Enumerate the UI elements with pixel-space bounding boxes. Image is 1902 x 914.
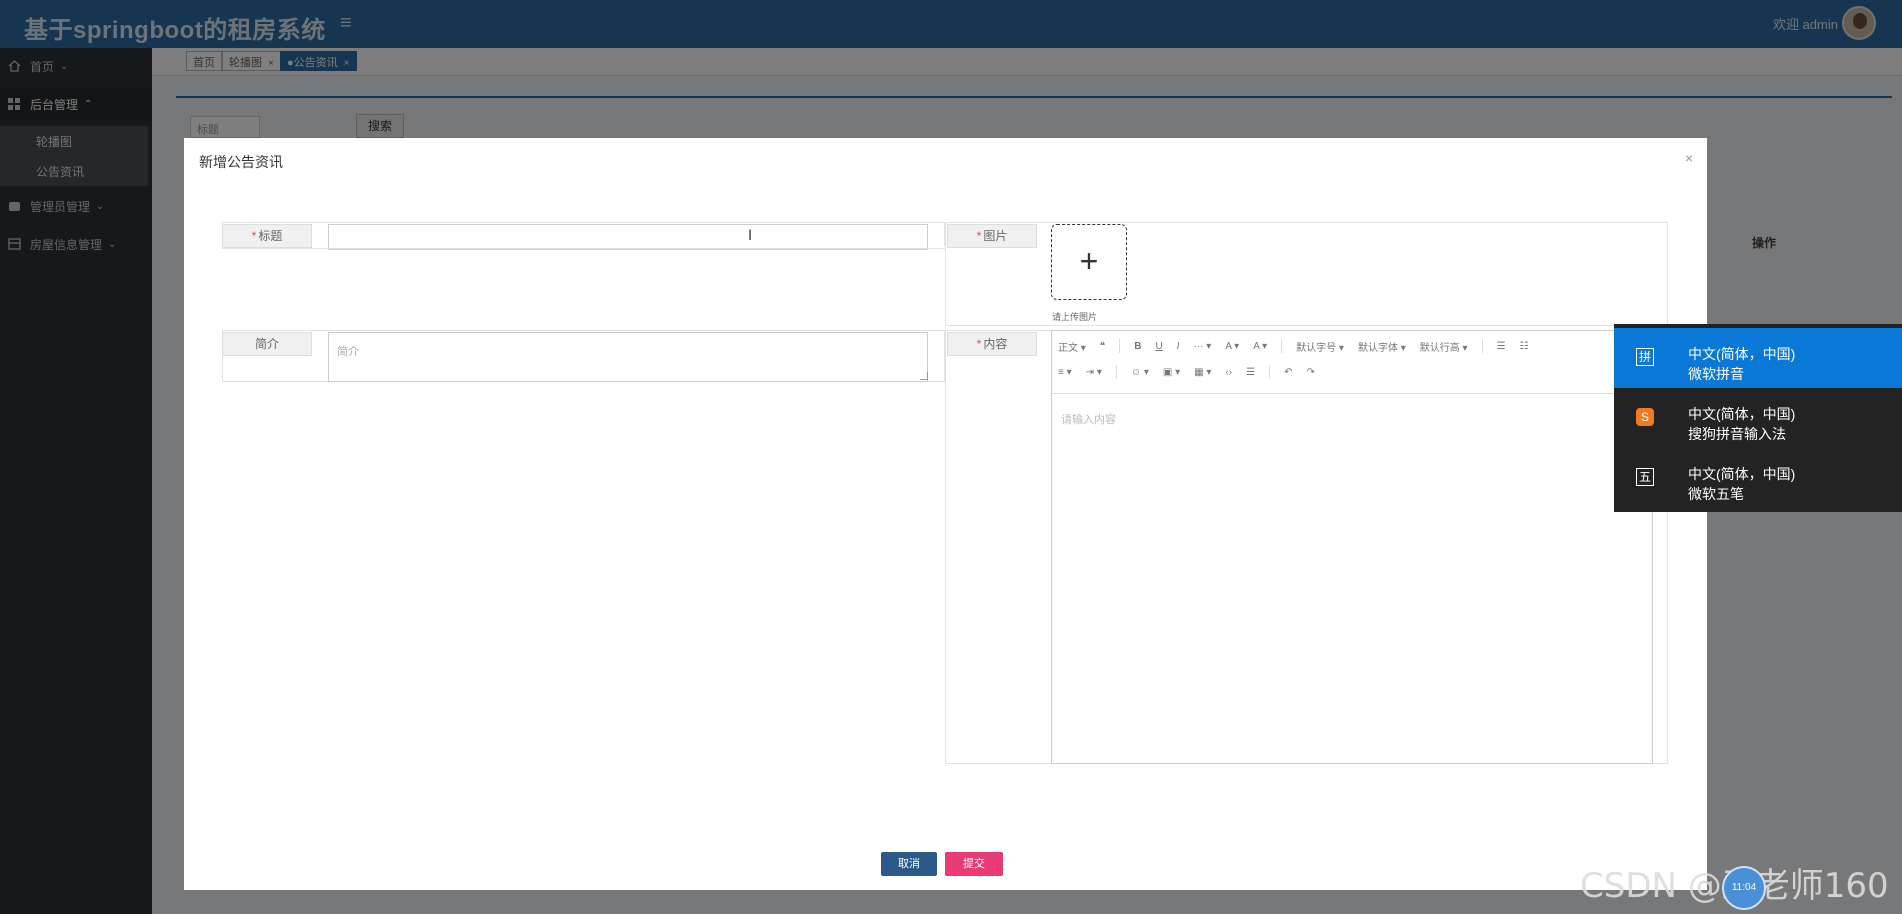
divider-icon[interactable]: ☰ (1246, 367, 1255, 378)
ime-language: 中文(简体，中国) (1688, 466, 1796, 482)
ime-method: 微软拼音 (1688, 366, 1744, 382)
numbered-list-icon[interactable]: ☷ (1520, 341, 1529, 352)
image-upload-button[interactable]: + (1051, 224, 1127, 300)
clock-badge: 11:04 (1722, 866, 1766, 910)
font-size-select[interactable]: 默认字号 ▾ (1296, 339, 1344, 354)
line-height-select[interactable]: 默认行高 ▾ (1420, 339, 1468, 354)
font-family-select[interactable]: 默认字体 ▾ (1358, 339, 1406, 354)
paragraph-format-select[interactable]: 正文 ▾ (1058, 339, 1086, 354)
more-icon[interactable]: ··· ▾ (1193, 341, 1211, 352)
plus-icon: + (1079, 243, 1099, 279)
image-label: * 图片 (947, 224, 1037, 248)
summary-textarea[interactable]: 简介 (328, 332, 928, 382)
dialog-title: 新增公告资讯 (199, 154, 283, 170)
background-color-icon[interactable]: A ▾ (1253, 341, 1267, 352)
font-color-icon[interactable]: A ▾ (1225, 341, 1239, 352)
editor-placeholder: 请输入内容 (1061, 414, 1116, 426)
quote-icon[interactable]: ❝ (1100, 341, 1105, 352)
emoji-icon[interactable]: ☺ ▾ (1131, 367, 1149, 378)
ime-option-sogou[interactable]: S 中文(简体，中国) 搜狗拼音输入法 (1614, 388, 1902, 448)
cancel-button[interactable]: 取消 (881, 852, 937, 876)
sogou-icon: S (1636, 408, 1654, 426)
editor-toolbar-row1: 正文 ▾ ❝ B U I ··· ▾ A ▾ A ▾ 默认字号 ▾ 默认字体 ▾… (1058, 335, 1543, 357)
summary-label: 简介 (222, 332, 312, 356)
ime-method: 搜狗拼音输入法 (1688, 426, 1786, 442)
ime-language: 中文(简体，中国) (1688, 406, 1796, 422)
text-cursor-icon: I (748, 228, 753, 244)
rich-text-editor[interactable]: 正文 ▾ ❝ B U I ··· ▾ A ▾ A ▾ 默认字号 ▾ 默认字体 ▾… (1051, 330, 1653, 764)
title-label: * 标题 (222, 224, 312, 248)
row-divider (222, 248, 945, 249)
submit-button[interactable]: 提交 (945, 852, 1003, 876)
ime-option-wubi[interactable]: 五 中文(简体，中国) 微软五笔 (1614, 448, 1902, 508)
editor-divider (1052, 393, 1652, 394)
pinyin-icon: 拼 (1636, 348, 1654, 366)
close-icon[interactable]: × (1685, 150, 1693, 166)
title-input[interactable] (328, 224, 928, 250)
ime-language: 中文(简体，中国) (1688, 346, 1796, 362)
undo-icon[interactable]: ↶ (1284, 367, 1292, 378)
add-news-dialog: 新增公告资讯 × * 标题 * 图片 + 请上传图片 简介 简介 * 内容 正文 ▾ … (184, 138, 1707, 890)
image-icon[interactable]: ▣ ▾ (1163, 367, 1180, 378)
upload-tip: 请上传图片 (1052, 312, 1098, 322)
indent-icon[interactable]: ⇥ ▾ (1086, 367, 1102, 378)
ime-method: 微软五笔 (1688, 486, 1744, 502)
editor-toolbar-row2: ≡ ▾ ⇥ ▾ ☺ ▾ ▣ ▾ ▦ ▾ ‹› ☰ ↶ ↷ (1058, 361, 1329, 383)
wubi-icon: 五 (1636, 468, 1654, 486)
ime-switcher: 拼 中文(简体，中国) 微软拼音 S 中文(简体，中国) 搜狗拼音输入法 五 中… (1614, 324, 1902, 512)
align-icon[interactable]: ≡ ▾ (1058, 367, 1072, 378)
italic-icon[interactable]: I (1177, 341, 1180, 352)
underline-icon[interactable]: U (1155, 341, 1162, 352)
resize-grip-icon[interactable] (920, 372, 928, 380)
table-icon[interactable]: ▦ ▾ (1194, 367, 1211, 378)
code-icon[interactable]: ‹› (1225, 367, 1232, 378)
content-label: * 内容 (947, 332, 1037, 356)
redo-icon[interactable]: ↷ (1306, 367, 1314, 378)
ime-option-microsoft-pinyin[interactable]: 拼 中文(简体，中国) 微软拼音 (1614, 328, 1902, 388)
bold-icon[interactable]: B (1134, 341, 1141, 352)
bullet-list-icon[interactable]: ☰ (1497, 341, 1506, 352)
